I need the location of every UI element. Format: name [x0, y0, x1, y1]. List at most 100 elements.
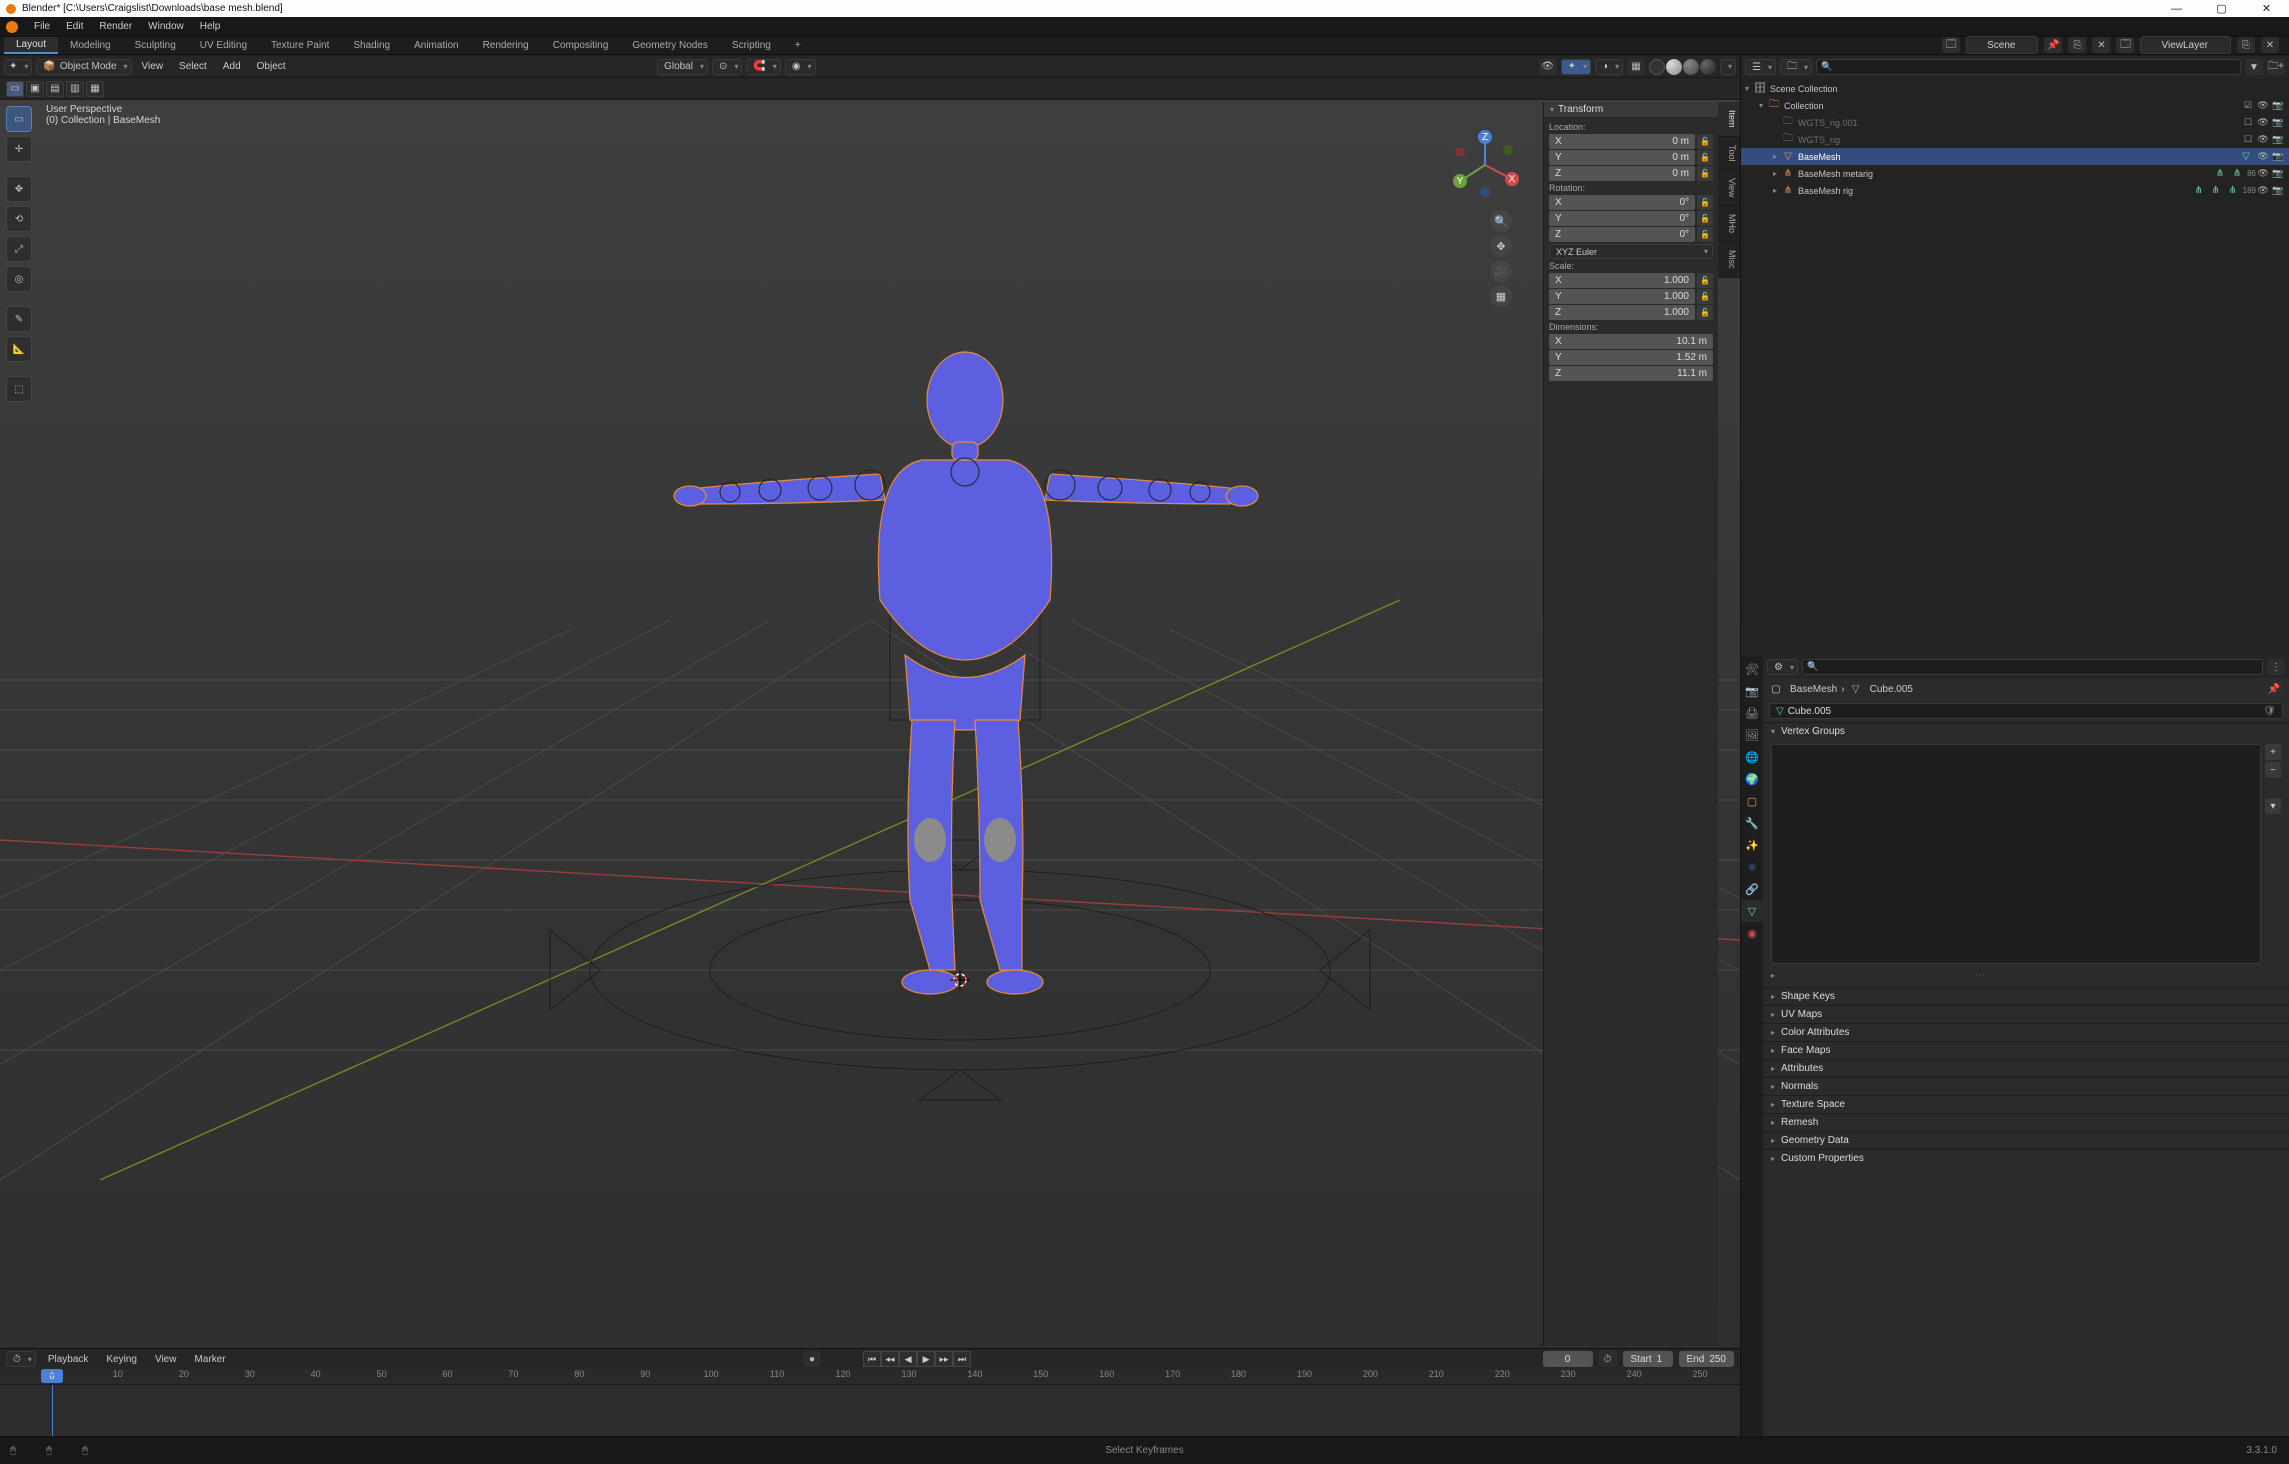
vertex-group-menu-button[interactable]: ▾ — [2265, 798, 2281, 814]
properties-editor-type-dropdown[interactable]: ⚙ — [1767, 659, 1798, 675]
pan-icon[interactable]: ✥ — [1490, 235, 1512, 257]
tool-properties-tab[interactable]: 🛠 — [1741, 658, 1763, 680]
section-normals[interactable]: Normals — [1763, 1078, 2289, 1095]
lock-icon[interactable]: 🔓 — [1697, 134, 1713, 149]
outliner-editor-type-dropdown[interactable]: ☰ — [1745, 59, 1776, 75]
orientation-dropdown[interactable]: Global — [657, 59, 708, 75]
menu-edit[interactable]: Edit — [58, 21, 91, 32]
scene-delete-icon[interactable]: ✕ — [2092, 37, 2110, 53]
collection-row[interactable]: ▾ 🗀 Collection ☑👁📷 — [1741, 97, 2289, 114]
properties-options-icon[interactable]: ⋮ — [2267, 659, 2285, 675]
tree-row-rig[interactable]: ▸ ⋔ BaseMesh rig ⋔ ⋔ ⋔ 189 👁📷 — [1741, 182, 2289, 199]
outliner-display-mode-dropdown[interactable]: 🗀 — [1780, 59, 1812, 75]
section-shape-keys[interactable]: Shape Keys — [1763, 988, 2289, 1005]
section-attributes[interactable]: Attributes — [1763, 1060, 2289, 1077]
location-z-field[interactable]: Z0 m — [1549, 166, 1695, 181]
jump-start-button[interactable]: ⏮ — [863, 1351, 881, 1367]
location-y-field[interactable]: Y0 m — [1549, 150, 1695, 165]
viewlayer-field[interactable]: ViewLayer — [2140, 36, 2231, 54]
workspace-tab-shading[interactable]: Shading — [341, 37, 402, 54]
rotation-z-field[interactable]: Z0° — [1549, 227, 1695, 242]
section-vertex-groups[interactable]: Vertex Groups — [1763, 723, 2289, 740]
timeline-ruler[interactable]: 0 01020304050607080901001101201301401501… — [0, 1369, 1740, 1385]
viewlayer-properties-tab[interactable]: 🖼 — [1741, 724, 1763, 746]
shading-matprev-icon[interactable] — [1683, 59, 1699, 75]
viewport-menu-object[interactable]: Object — [251, 61, 292, 72]
lock-icon[interactable]: 🔓 — [1697, 150, 1713, 165]
visibility-toggle[interactable]: 👁 — [2256, 150, 2270, 164]
window-maximize-button[interactable]: ▢ — [2199, 0, 2244, 17]
vertex-group-remove-button[interactable]: − — [2265, 762, 2281, 778]
render-properties-tab[interactable]: 📷 — [1741, 680, 1763, 702]
scene-collection-row[interactable]: ▾ 🗄 Scene Collection — [1741, 80, 2289, 97]
lock-icon[interactable]: 🔓 — [1697, 305, 1713, 320]
particle-properties-tab[interactable]: ✨ — [1741, 834, 1763, 856]
modifier-properties-tab[interactable]: 🔧 — [1741, 812, 1763, 834]
workspace-tab-texpaint[interactable]: Texture Paint — [259, 37, 341, 54]
workspace-tab-sculpting[interactable]: Sculpting — [123, 37, 188, 54]
select-mode-subtract-icon[interactable]: ▤ — [46, 81, 64, 97]
menu-help[interactable]: Help — [192, 21, 229, 32]
physics-properties-tab[interactable]: ⚛ — [1741, 856, 1763, 878]
tab-misc[interactable]: Misc — [1718, 242, 1740, 278]
play-reverse-button[interactable]: ◀ — [899, 1351, 917, 1367]
workspace-tab-compositing[interactable]: Compositing — [541, 37, 621, 54]
shading-dropdown[interactable] — [1720, 59, 1736, 75]
viewport-menu-select[interactable]: Select — [173, 61, 213, 72]
dimension-y-field[interactable]: Y1.52 m — [1549, 350, 1713, 365]
workspace-tab-geonodes[interactable]: Geometry Nodes — [620, 37, 720, 54]
scene-properties-tab[interactable]: 🌐 — [1741, 746, 1763, 768]
menu-file[interactable]: File — [26, 21, 58, 32]
shading-wireframe-icon[interactable] — [1649, 59, 1665, 75]
scale-x-field[interactable]: X1.000 — [1549, 273, 1695, 288]
autokey-toggle[interactable]: ● — [803, 1351, 821, 1367]
tree-row-basemesh[interactable]: ▸ ▽ BaseMesh ▽ 👁📷 — [1741, 148, 2289, 165]
current-frame-field[interactable]: 0 — [1543, 1351, 1593, 1367]
properties-search-input[interactable] — [1802, 659, 2263, 675]
tree-row-wgts2[interactable]: 🗀 WGTS_rig ☐👁📷 — [1741, 131, 2289, 148]
output-properties-tab[interactable]: 🖨 — [1741, 702, 1763, 724]
timeline-menu-view[interactable]: View — [149, 1354, 183, 1365]
timeline-body[interactable] — [0, 1385, 1740, 1436]
section-remesh[interactable]: Remesh — [1763, 1114, 2289, 1131]
data-name-field[interactable]: ▽ Cube.005 🛡 — [1769, 703, 2283, 719]
editor-type-dropdown[interactable]: ✦ — [4, 59, 32, 75]
lock-icon[interactable]: 🔓 — [1697, 211, 1713, 226]
menu-window[interactable]: Window — [140, 21, 192, 32]
mesh-data-properties-tab[interactable]: ▽ — [1741, 900, 1763, 922]
visibility-toggle[interactable]: 👁 — [2256, 99, 2270, 113]
dimension-x-field[interactable]: X10.1 m — [1549, 334, 1713, 349]
xray-toggle[interactable]: ▦ — [1627, 59, 1645, 75]
workspace-tab-animation[interactable]: Animation — [402, 37, 470, 54]
overlay-dropdown[interactable]: ◑ — [1595, 59, 1623, 75]
render-toggle[interactable]: 📷 — [2271, 116, 2285, 130]
end-frame-field[interactable]: End 250 — [1679, 1351, 1735, 1367]
workspace-tab-rendering[interactable]: Rendering — [471, 37, 541, 54]
preview-range-icon[interactable]: ⏱ — [1599, 1351, 1617, 1367]
lock-icon[interactable]: 🔓 — [1697, 273, 1713, 288]
object-mode-dropdown[interactable]: 📦 Object Mode — [36, 59, 131, 75]
workspace-tab-uv[interactable]: UV Editing — [188, 37, 259, 54]
3d-viewport[interactable]: ▭ ✛ ✥ ⟲ ⤢ ◎ ✎ 📐 ⬚ User Perspective (0) C… — [0, 100, 1740, 1348]
tab-view[interactable]: View — [1718, 170, 1740, 206]
window-close-button[interactable]: ✕ — [2244, 0, 2289, 17]
scene-new-icon[interactable]: ⎘ — [2068, 37, 2086, 53]
scale-y-field[interactable]: Y1.000 — [1549, 289, 1695, 304]
viewlayer-browse-icon[interactable]: 🗔 — [2116, 37, 2134, 53]
render-toggle[interactable]: 📷 — [2271, 133, 2285, 147]
timeline-menu-marker[interactable]: Marker — [188, 1354, 231, 1365]
timeline-menu-playback[interactable]: Playback — [42, 1354, 95, 1365]
render-toggle[interactable]: 📷 — [2271, 150, 2285, 164]
workspace-add-button[interactable]: + — [783, 37, 813, 54]
zoom-icon[interactable]: 🔍 — [1490, 210, 1512, 232]
viewlayer-new-icon[interactable]: ⎘ — [2237, 37, 2255, 53]
timeline-menu-keying[interactable]: Keying — [100, 1354, 143, 1365]
viewport-menu-add[interactable]: Add — [217, 61, 247, 72]
lock-icon[interactable]: 🔓 — [1697, 195, 1713, 210]
breadcrumb-object[interactable]: BaseMesh — [1790, 684, 1837, 695]
render-toggle[interactable]: 📷 — [2271, 167, 2285, 181]
vertex-group-add-button[interactable]: + — [2265, 744, 2281, 760]
outliner-filter-icon[interactable]: ▼ — [2245, 59, 2263, 75]
section-color-attributes[interactable]: Color Attributes — [1763, 1024, 2289, 1041]
select-mode-box-icon[interactable]: ▭ — [6, 81, 24, 97]
